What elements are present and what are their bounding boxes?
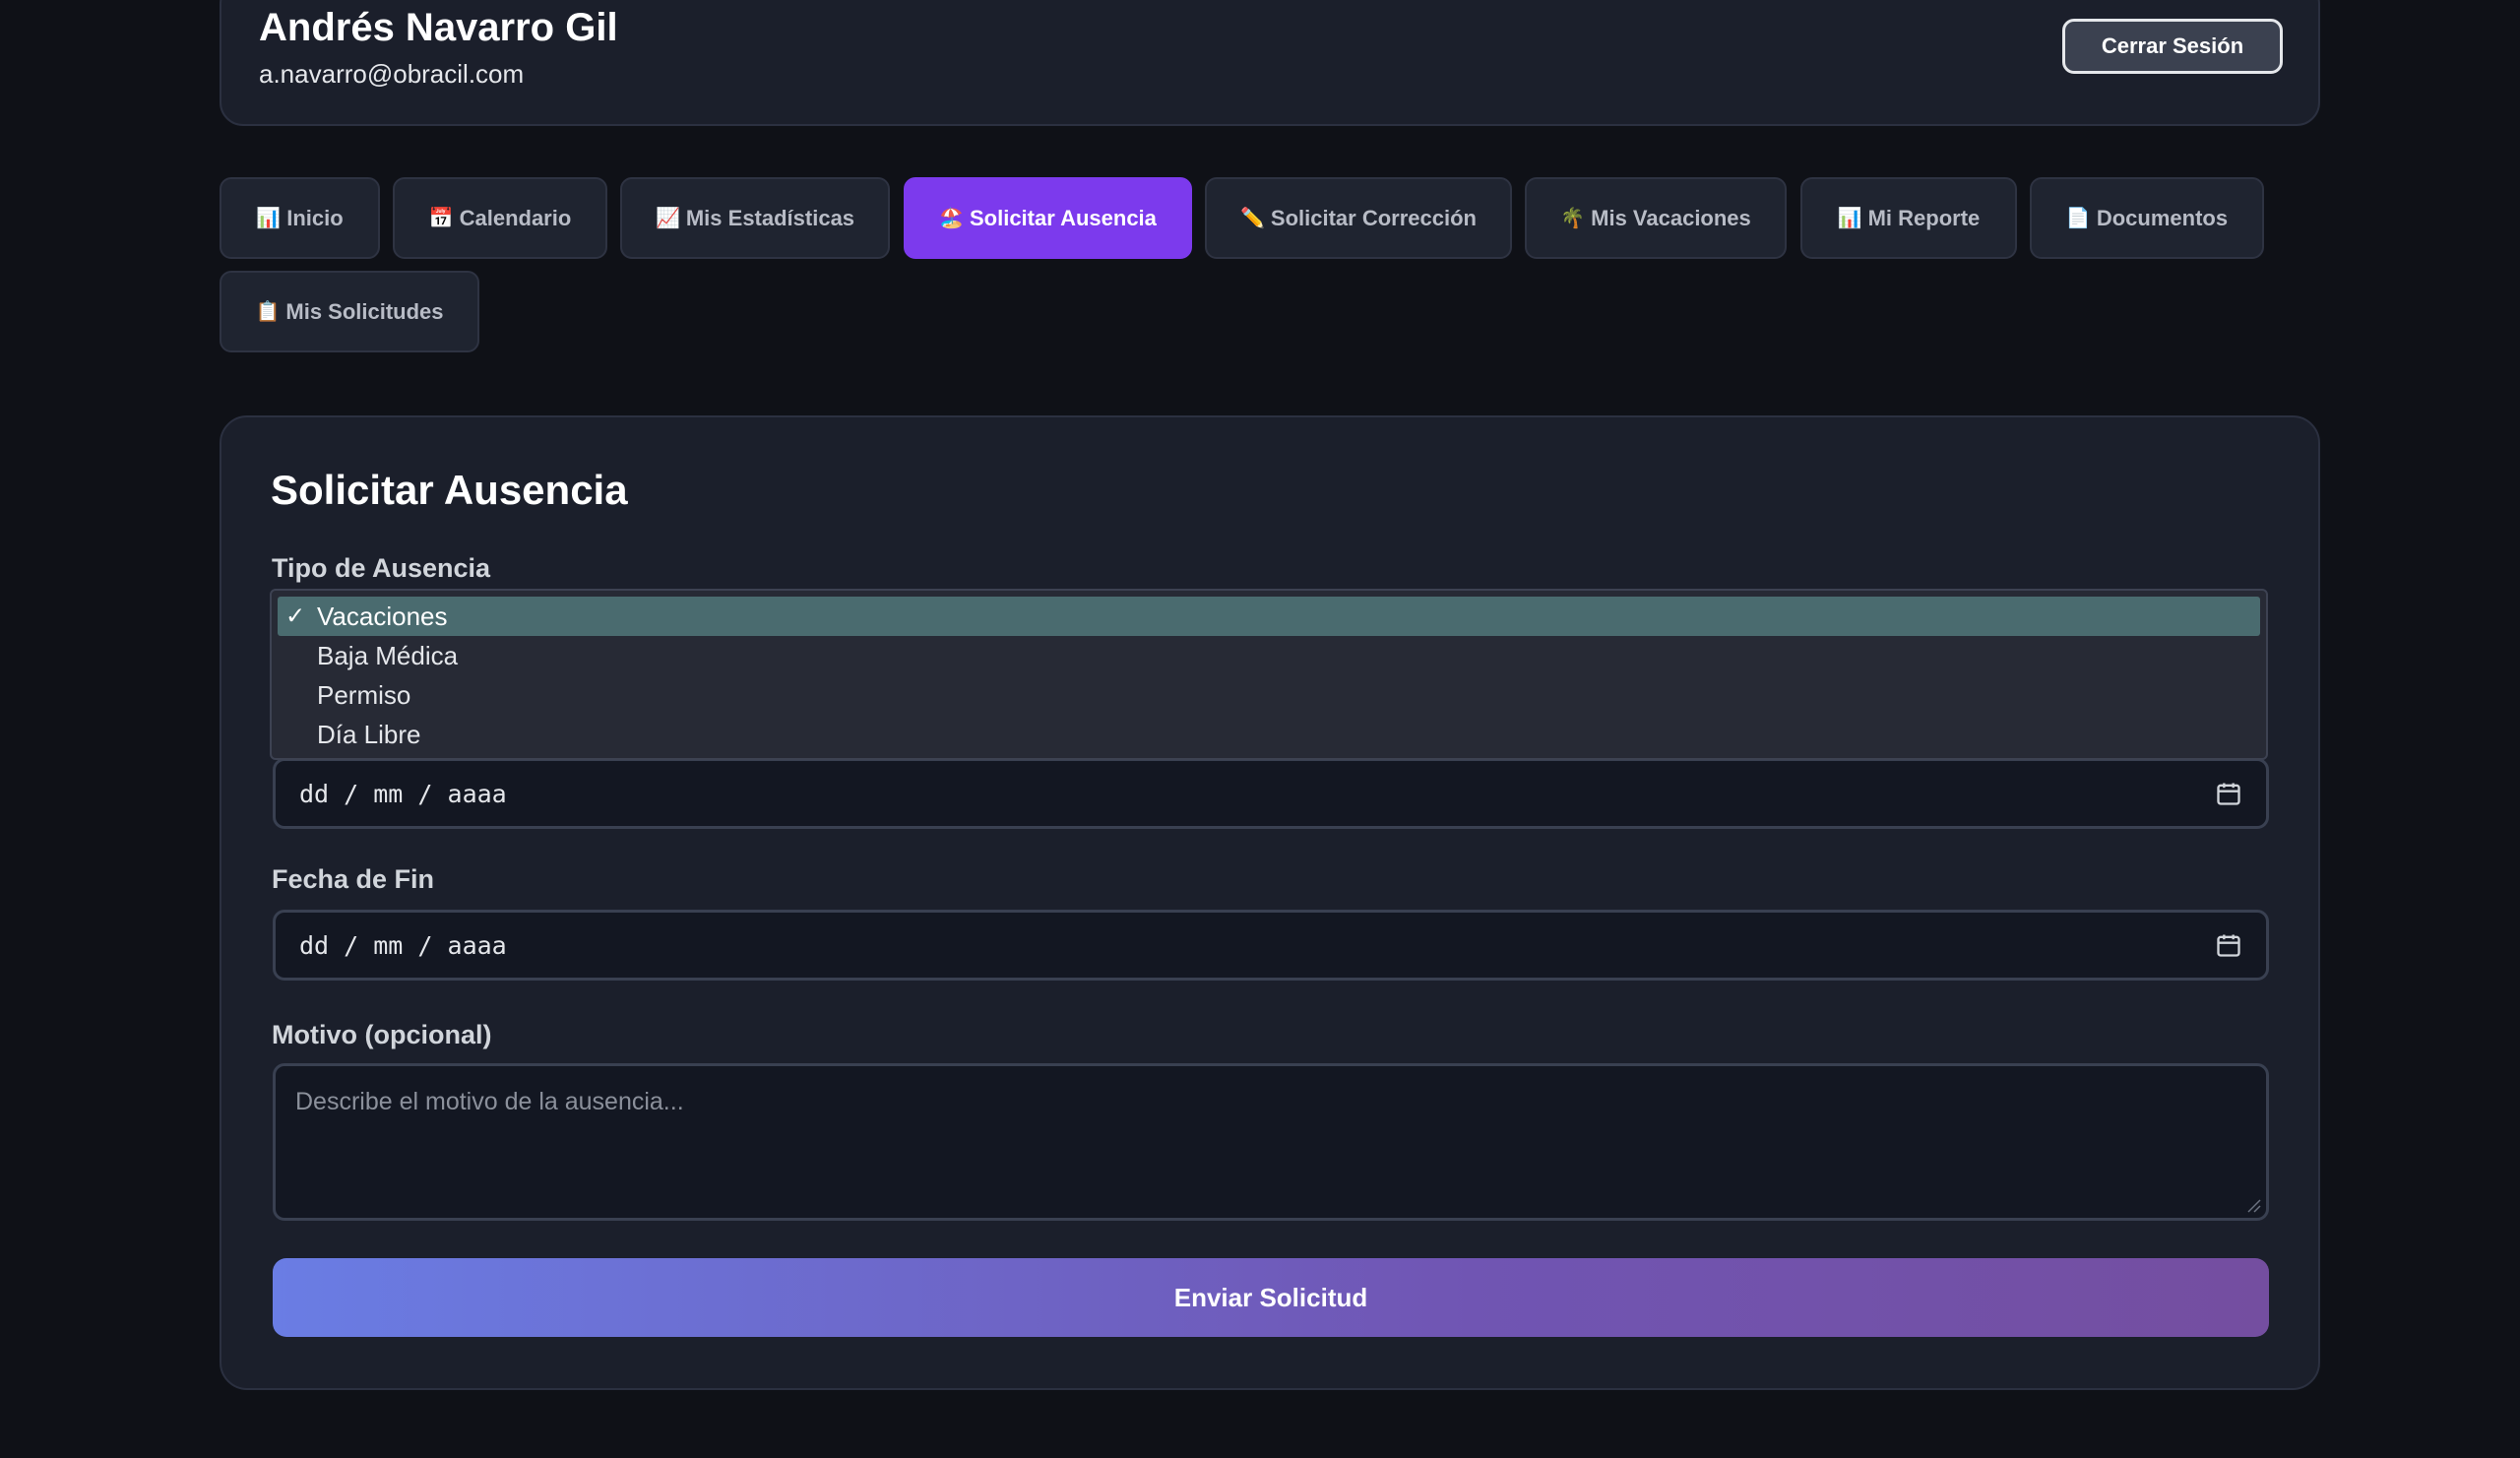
tab-mis-vacaciones[interactable]: 🌴 Mis Vacaciones (1525, 177, 1787, 259)
checkmark-icon: ✓ (285, 602, 306, 630)
tab-label: Mis Vacaciones (1591, 205, 1751, 230)
calendar-icon[interactable] (2215, 780, 2242, 807)
tab-label: Mis Estadísticas (685, 205, 855, 230)
tab-calendario[interactable]: 📅 Calendario (393, 177, 607, 259)
tab-label: Mi Reporte (1867, 205, 1981, 230)
tab-label: Mis Solicitudes (285, 298, 444, 324)
absence-form-card: Solicitar Ausencia Tipo de Ausencia dd /… (220, 415, 2320, 1390)
clipboard-icon: 📋 (255, 300, 281, 323)
option-label: Vacaciones (317, 601, 448, 631)
user-email: a.navarro@obracil.com (259, 59, 525, 89)
tab-mi-reporte[interactable]: 📊 Mi Reporte (1800, 177, 2017, 259)
tab-solicitar-correccion[interactable]: ✏️ Solicitar Corrección (1205, 177, 1512, 259)
absence-type-label: Tipo de Ausencia (272, 553, 491, 583)
logout-button[interactable]: Cerrar Sesión (2062, 19, 2283, 74)
option-vacaciones[interactable]: ✓ Vacaciones (278, 597, 2260, 636)
tab-label: Documentos (2096, 205, 2229, 230)
option-label: Permiso (317, 679, 411, 710)
reason-label: Motivo (opcional) (272, 1020, 492, 1049)
end-date-placeholder: dd / mm / aaaa (299, 930, 507, 960)
tab-inicio[interactable]: 📊 Inicio (220, 177, 380, 259)
submit-button[interactable]: Enviar Solicitud (273, 1258, 2269, 1337)
tab-documentos[interactable]: 📄 Documentos (2030, 177, 2264, 259)
calendar-icon: 📅 (428, 207, 454, 229)
user-name: Andrés Navarro Gil (259, 6, 618, 49)
option-label: Día Libre (317, 719, 421, 749)
start-date-placeholder: dd / mm / aaaa (299, 779, 507, 808)
beach-icon: 🏖️ (939, 207, 964, 229)
option-label: Baja Médica (317, 640, 459, 670)
pencil-icon: ✏️ (1240, 207, 1265, 229)
absence-type-dropdown[interactable]: ✓ Vacaciones Baja Médica Permiso Día Lib… (270, 589, 2268, 760)
bar-chart-icon: 📊 (1837, 207, 1862, 229)
palm-tree-icon: 🌴 (1560, 207, 1586, 229)
user-header-card: Andrés Navarro Gil a.navarro@obracil.com… (220, 0, 2320, 126)
end-date-input[interactable]: dd / mm / aaaa (273, 910, 2269, 981)
tab-label: Solicitar Corrección (1270, 205, 1477, 230)
document-icon: 📄 (2065, 207, 2091, 229)
tab-label: Calendario (459, 205, 572, 230)
option-permiso[interactable]: Permiso (278, 675, 2260, 715)
reason-textarea[interactable]: Describe el motivo de la ausencia... (273, 1063, 2269, 1221)
end-date-label: Fecha de Fin (272, 864, 435, 894)
tab-solicitar-ausencia[interactable]: 🏖️ Solicitar Ausencia (904, 177, 1192, 259)
trend-chart-icon: 📈 (655, 207, 680, 229)
calendar-icon[interactable] (2215, 931, 2242, 959)
tab-label: Inicio (286, 205, 344, 230)
form-title: Solicitar Ausencia (271, 467, 628, 513)
tab-mis-estadisticas[interactable]: 📈 Mis Estadísticas (620, 177, 890, 259)
resize-handle-icon[interactable] (2244, 1196, 2262, 1214)
bar-chart-icon: 📊 (256, 207, 282, 229)
tab-mis-solicitudes[interactable]: 📋 Mis Solicitudes (220, 271, 479, 352)
option-dia-libre[interactable]: Día Libre (278, 715, 2260, 754)
option-baja-medica[interactable]: Baja Médica (278, 636, 2260, 675)
reason-placeholder: Describe el motivo de la ausencia... (295, 1088, 684, 1115)
start-date-input[interactable]: dd / mm / aaaa (273, 758, 2269, 829)
tab-label: Solicitar Ausencia (969, 205, 1157, 230)
